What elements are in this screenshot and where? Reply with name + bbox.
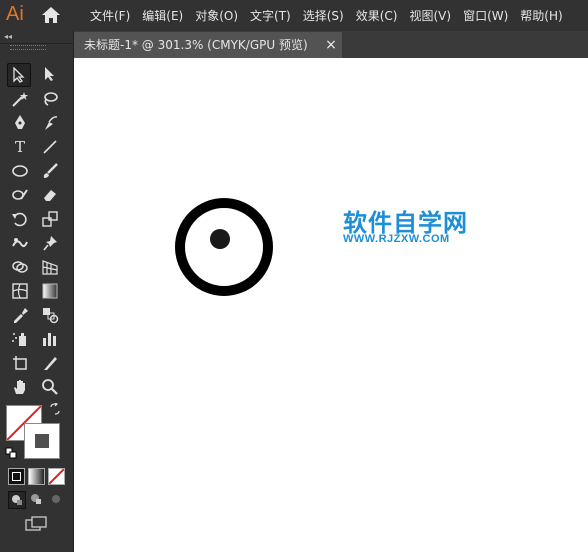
direct-selection-tool-icon[interactable] bbox=[39, 63, 61, 85]
menu-edit[interactable]: 编辑(E) bbox=[142, 9, 183, 23]
default-fill-stroke-icon[interactable] bbox=[5, 444, 17, 459]
draw-behind-icon[interactable] bbox=[28, 491, 44, 507]
width-tool-icon[interactable] bbox=[9, 232, 31, 254]
paintbrush-tool-icon[interactable] bbox=[39, 160, 61, 182]
puppet-warp-tool-icon[interactable] bbox=[39, 232, 61, 254]
watermark-url: WWW.RJZXW.COM bbox=[343, 233, 450, 245]
menu-window[interactable]: 窗口(W) bbox=[463, 9, 508, 23]
screen-mode-icon[interactable] bbox=[24, 515, 48, 533]
menu-view[interactable]: 视图(V) bbox=[409, 9, 451, 23]
magic-wand-tool-icon[interactable] bbox=[9, 88, 31, 110]
line-segment-tool-icon[interactable] bbox=[39, 136, 61, 158]
selection-tool-icon[interactable] bbox=[7, 63, 31, 87]
symbol-sprayer-tool-icon[interactable] bbox=[9, 328, 31, 350]
lasso-tool-icon[interactable] bbox=[39, 88, 61, 110]
document-tab-title: 未标题-1* @ 301.3% (CMYK/GPU 预览) bbox=[84, 38, 308, 52]
draw-inside-icon[interactable] bbox=[48, 491, 64, 507]
home-icon[interactable] bbox=[40, 4, 62, 26]
artboard-canvas[interactable] bbox=[74, 58, 588, 552]
menu-object[interactable]: 对象(O) bbox=[195, 9, 238, 23]
menu-bar: Ai 文件(F) 编辑(E) 对象(O) 文字(T) 选择(S) 效果(C) 视图(V) 窗口… bbox=[0, 0, 588, 31]
shaper-tool-icon[interactable] bbox=[9, 184, 31, 206]
gradient-tool-icon[interactable] bbox=[39, 280, 61, 302]
mesh-tool-icon[interactable] bbox=[9, 280, 31, 302]
blend-tool-icon[interactable] bbox=[39, 304, 61, 326]
eraser-tool-icon[interactable] bbox=[39, 184, 61, 206]
close-tab-icon[interactable]: × bbox=[322, 32, 340, 58]
swap-fill-stroke-icon[interactable] bbox=[48, 402, 62, 416]
slice-tool-icon[interactable] bbox=[39, 352, 61, 374]
pen-tool-icon[interactable] bbox=[9, 112, 31, 134]
menu-effect[interactable]: 效果(C) bbox=[356, 9, 398, 23]
gradient-mode-button[interactable] bbox=[28, 468, 45, 485]
app-logo[interactable]: Ai bbox=[6, 3, 24, 26]
artboard-tool-icon[interactable] bbox=[9, 352, 31, 374]
tools-panel: ◂◂ T bbox=[0, 31, 74, 552]
menu-help[interactable]: 帮助(H) bbox=[520, 9, 562, 23]
perspective-grid-tool-icon[interactable] bbox=[39, 256, 61, 278]
curvature-tool-icon[interactable] bbox=[39, 112, 61, 134]
column-graph-tool-icon[interactable] bbox=[39, 328, 61, 350]
scale-tool-icon[interactable] bbox=[39, 208, 61, 230]
draw-normal-icon[interactable] bbox=[8, 491, 26, 509]
hand-tool-icon[interactable] bbox=[9, 376, 31, 398]
shape-builder-tool-icon[interactable] bbox=[9, 256, 31, 278]
none-mode-button[interactable] bbox=[48, 468, 65, 485]
tools-panel-header[interactable]: ◂◂ bbox=[0, 31, 73, 44]
menu-type[interactable]: 文字(T) bbox=[250, 9, 291, 23]
ring-with-dot-artwork[interactable] bbox=[170, 193, 280, 303]
panel-grip[interactable] bbox=[10, 45, 46, 50]
stroke-swatch[interactable] bbox=[24, 423, 60, 459]
type-tool-icon[interactable]: T bbox=[9, 136, 31, 158]
menu-select[interactable]: 选择(S) bbox=[303, 9, 344, 23]
zoom-tool-icon[interactable] bbox=[39, 376, 61, 398]
color-mode-button[interactable] bbox=[8, 468, 25, 485]
eyedropper-tool-icon[interactable] bbox=[9, 304, 31, 326]
rotate-tool-icon[interactable] bbox=[9, 208, 31, 230]
main-menu: 文件(F) 编辑(E) 对象(O) 文字(T) 选择(S) 效果(C) 视图(V) 窗口(W)… bbox=[90, 7, 575, 24]
document-tab[interactable]: 未标题-1* @ 301.3% (CMYK/GPU 预览) × bbox=[74, 32, 342, 58]
ellipse-tool-icon[interactable] bbox=[9, 160, 31, 182]
document-tab-bar: 未标题-1* @ 301.3% (CMYK/GPU 预览) × bbox=[74, 31, 588, 58]
menu-file[interactable]: 文件(F) bbox=[90, 9, 130, 23]
